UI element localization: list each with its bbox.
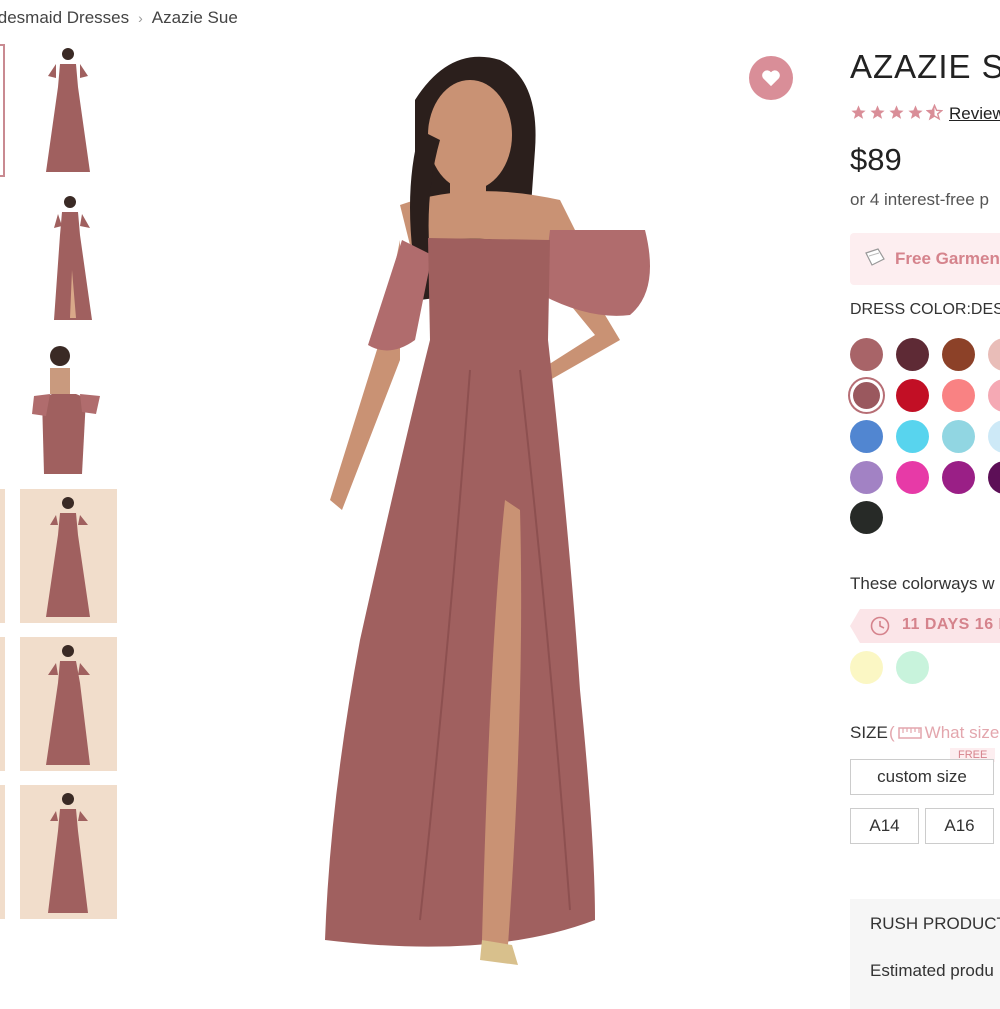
color-swatch[interactable]: [942, 461, 975, 494]
color-swatch[interactable]: [988, 420, 1000, 453]
breadcrumb-category[interactable]: idesmaid Dresses: [0, 8, 129, 27]
clock-icon: [870, 616, 890, 636]
thumbnail-5[interactable]: [20, 489, 117, 623]
color-swatch[interactable]: [850, 461, 883, 494]
rush-production-box: RUSH PRODUCT Estimated produ: [850, 899, 1000, 1009]
color-swatch[interactable]: [942, 379, 975, 412]
color-swatch[interactable]: [988, 461, 1000, 494]
price: $89: [850, 142, 902, 177]
thumbnail-6[interactable]: [20, 637, 117, 771]
breadcrumb-current: Azazie Sue: [151, 8, 238, 27]
color-swatch-limited[interactable]: [850, 651, 883, 684]
size-option-custom[interactable]: custom size: [850, 759, 994, 795]
star-icon: [889, 105, 904, 119]
rush-estimate: Estimated produ: [870, 961, 994, 980]
thumbnail-3[interactable]: [20, 190, 117, 326]
installments-text: or 4 interest-free p: [850, 190, 989, 209]
star-icon: [851, 105, 866, 119]
thumbnail-partial-2[interactable]: [0, 785, 5, 919]
size-guide-link[interactable]: ( What size: [889, 723, 999, 743]
product-title: AZAZIE SU: [850, 48, 1000, 85]
thumbnail-partial-1[interactable]: [0, 637, 5, 771]
size-option-a16[interactable]: A16: [925, 808, 994, 844]
rush-title: RUSH PRODUCT: [870, 914, 1000, 933]
ruler-icon: [897, 727, 922, 739]
countdown-text: 11 DAYS 16 I: [902, 616, 1000, 633]
thumbnail-partial-3[interactable]: [0, 489, 5, 623]
star-icon: [908, 105, 923, 119]
thumbnail-7[interactable]: [20, 785, 117, 919]
dress-color-label: DRESS COLOR:DES: [850, 301, 1000, 318]
color-swatch[interactable]: [850, 501, 883, 534]
promo-text: Free Garmen: [895, 249, 1000, 268]
color-swatch-selected[interactable]: [853, 382, 880, 409]
promo-banner[interactable]: Free Garmen: [850, 233, 1000, 285]
size-help-paren: (: [889, 723, 895, 742]
product-main-image: [250, 40, 730, 990]
countdown-banner: 11 DAYS 16 I: [850, 609, 1000, 643]
star-rating: [850, 104, 943, 121]
color-swatch[interactable]: [850, 338, 883, 371]
size-label: SIZE: [850, 723, 888, 742]
color-swatch-limited[interactable]: [896, 651, 929, 684]
heart-icon: [762, 70, 780, 87]
thumbnail-4[interactable]: [20, 338, 117, 474]
size-help-text: What size: [924, 723, 1000, 742]
chevron-right-icon: ›: [138, 10, 143, 26]
thumbnail-2[interactable]: [20, 42, 117, 178]
size-option-a14[interactable]: A14: [850, 808, 919, 844]
breadcrumb: idesmaid Dresses › Azazie Sue: [0, 8, 238, 28]
garment-bag-icon: [865, 248, 885, 266]
color-swatch[interactable]: [942, 338, 975, 371]
color-swatch[interactable]: [896, 420, 929, 453]
star-half-icon: [926, 104, 943, 121]
reviews-link[interactable]: Review: [949, 104, 1000, 124]
star-icon: [870, 105, 885, 119]
color-swatch[interactable]: [896, 379, 929, 412]
thumbnail-1[interactable]: [0, 44, 5, 177]
color-swatch[interactable]: [896, 461, 929, 494]
color-swatch[interactable]: [896, 338, 929, 371]
color-swatch[interactable]: [988, 379, 1000, 412]
favorite-button[interactable]: [749, 56, 793, 100]
color-swatch[interactable]: [850, 420, 883, 453]
colorways-note: These colorways w: [850, 574, 995, 593]
color-swatch[interactable]: [988, 338, 1000, 371]
color-swatch[interactable]: [942, 420, 975, 453]
